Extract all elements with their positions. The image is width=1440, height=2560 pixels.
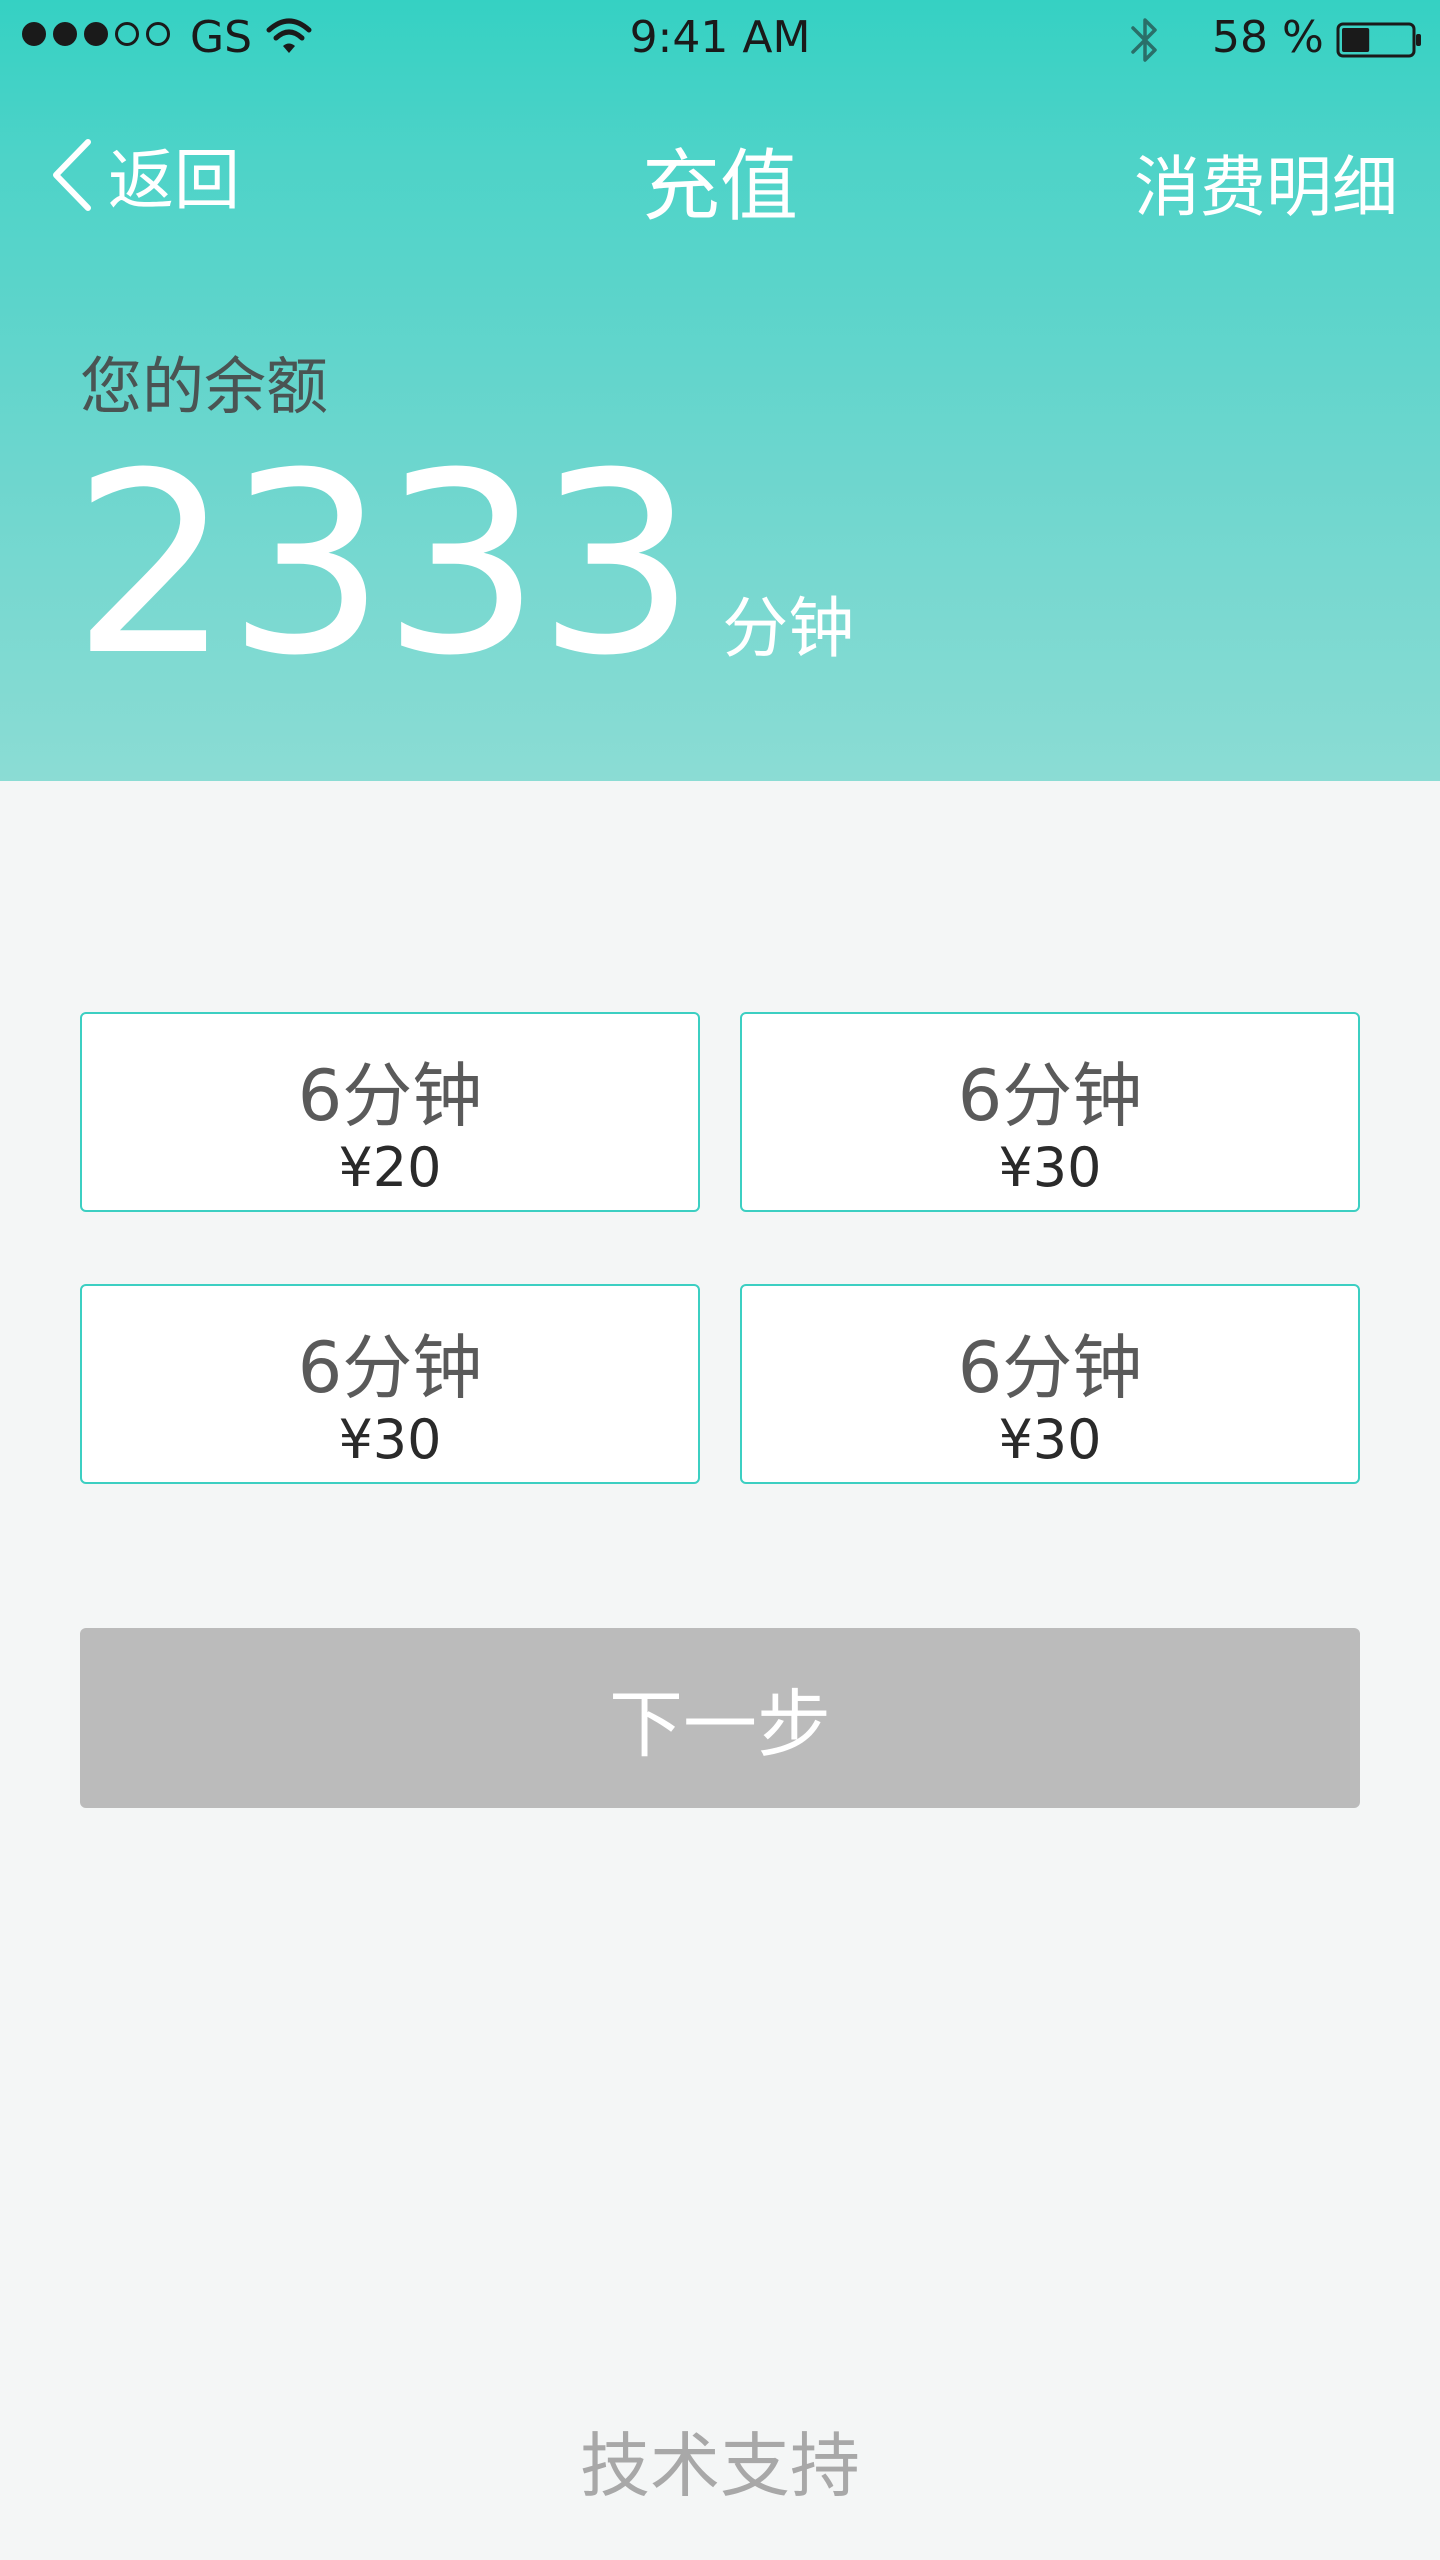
balance-display: 2333 分钟	[72, 440, 854, 690]
balance-unit: 分钟	[722, 590, 855, 667]
option-price: ¥30	[998, 1408, 1102, 1471]
battery-percentage: 58 %	[1212, 12, 1324, 63]
option-price: ¥30	[338, 1408, 442, 1471]
bluetooth-icon	[1131, 18, 1157, 62]
tech-support-label: 技术支持	[580, 2425, 860, 2507]
option-minutes: 6分钟	[957, 1055, 1143, 1137]
balance-label: 您的余额	[80, 350, 329, 423]
recharge-option-1[interactable]: 6分钟 ¥20	[80, 1012, 700, 1212]
consumption-details-link[interactable]: 消费明细	[1134, 134, 1398, 230]
balance-value: 2333	[72, 419, 696, 710]
recharge-option-4[interactable]: 6分钟 ¥30	[740, 1284, 1360, 1484]
recharge-option-3[interactable]: 6分钟 ¥30	[80, 1284, 700, 1484]
option-price: ¥20	[338, 1136, 442, 1199]
option-price: ¥30	[998, 1136, 1102, 1199]
option-minutes: 6分钟	[957, 1327, 1143, 1409]
battery-icon	[1336, 22, 1421, 58]
next-step-button[interactable]: 下一步	[80, 1628, 1360, 1808]
status-bar: GS 9:41 AM 58 %	[0, 0, 1440, 80]
option-minutes: 6分钟	[297, 1327, 483, 1409]
recharge-option-2[interactable]: 6分钟 ¥30	[740, 1012, 1360, 1212]
option-minutes: 6分钟	[297, 1055, 483, 1137]
